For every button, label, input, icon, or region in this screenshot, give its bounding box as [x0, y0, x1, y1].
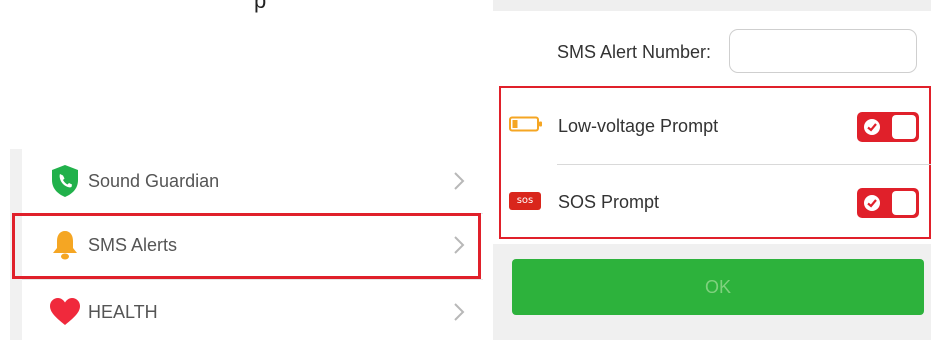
sos-prompt-label: SOS Prompt [558, 192, 660, 212]
chevron-right-icon [452, 301, 466, 323]
phone-shield-icon [48, 164, 82, 198]
truncated-title-fragment: p [254, 0, 267, 13]
sms-alert-settings-panel: SMS Alert Number: Low-voltage Prompt sos… [493, 0, 931, 340]
check-icon [864, 119, 880, 135]
sos-prompt-row: SOS SOS Prompt [501, 166, 931, 236]
sms-alerts-highlight-box [12, 213, 481, 279]
toggle-knob [892, 191, 916, 215]
top-bar [493, 0, 931, 11]
heart-icon [48, 295, 82, 329]
low-voltage-prompt-label: Low-voltage Prompt [558, 116, 719, 136]
sos-prompt-toggle[interactable] [857, 188, 919, 218]
ok-button-area: OK [493, 244, 931, 340]
divider [557, 164, 931, 165]
sms-alert-number-label: SMS Alert Number: [557, 42, 712, 62]
check-icon [864, 195, 880, 211]
sos-badge: SOS [509, 192, 541, 210]
ok-button[interactable]: OK [512, 259, 924, 315]
menu-item-label: HEALTH [88, 301, 158, 322]
menu-item-sound-guardian[interactable]: Sound Guardian [22, 149, 483, 213]
sms-alert-number-input[interactable] [729, 29, 917, 73]
sos-icon: SOS [509, 192, 541, 210]
prompt-settings-highlight-box: Low-voltage Prompt SOS SOS Prompt [499, 86, 931, 239]
chevron-right-icon [452, 170, 466, 192]
low-voltage-prompt-row: Low-voltage Prompt [501, 90, 931, 160]
low-voltage-prompt-toggle[interactable] [857, 112, 919, 142]
toggle-knob [892, 115, 916, 139]
battery-low-icon [509, 116, 543, 137]
menu-item-health[interactable]: HEALTH [22, 280, 483, 344]
menu-item-label: Sound Guardian [88, 170, 220, 191]
